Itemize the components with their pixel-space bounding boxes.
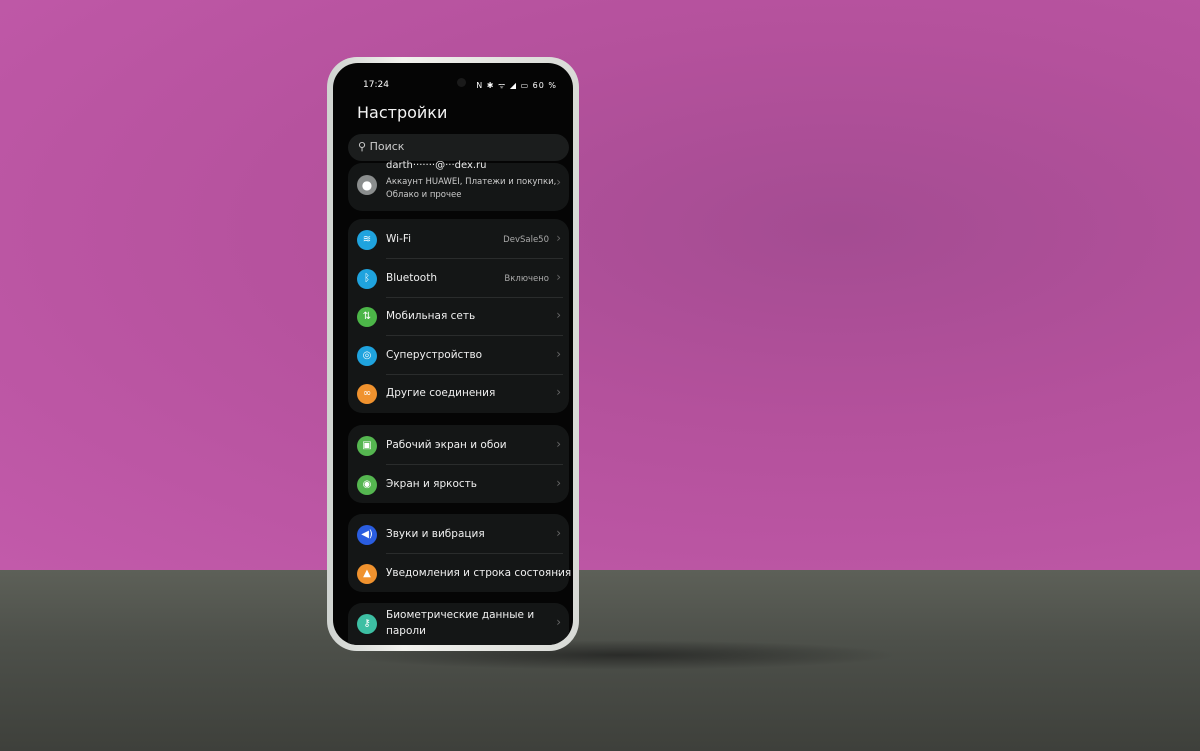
connections-group: ≋ Wi-Fi DevSale50 › ᛒ Bluetooth Включено › ⇅ Моби… — [348, 219, 569, 413]
settings-row[interactable]: ◎ Суперустройство › — [348, 337, 569, 375]
row-label: Рабочий экран и обои — [386, 439, 507, 451]
settings-row[interactable]: ᛒ Bluetooth Включено › — [348, 260, 569, 298]
chevron-right-icon: › — [556, 231, 561, 245]
row-label: Биометрические данные и — [386, 609, 535, 621]
row-label-line2: пароли — [386, 625, 426, 637]
page-title: Настройки — [357, 103, 448, 122]
account-subtitle-2: Облако и прочее — [386, 190, 462, 200]
row-label: Мобильная сеть — [386, 310, 476, 322]
link-icon: ∞ — [357, 384, 377, 404]
row-label: Bluetooth — [386, 271, 437, 284]
row-label: Другие соединения — [386, 387, 496, 399]
chevron-right-icon: › — [556, 385, 561, 399]
key-icon: ⚷ — [357, 614, 377, 634]
account-subtitle-1: Аккаунт HUAWEI, Платежи и покупки, — [386, 177, 557, 187]
chevron-right-icon: › — [556, 526, 561, 540]
wallpaper-icon: ▣ — [357, 436, 377, 456]
row-label: Экран и яркость — [386, 477, 477, 490]
settings-row[interactable]: ⇅ Мобильная сеть › — [348, 298, 569, 336]
bell-icon: ▲ — [357, 563, 377, 584]
settings-row[interactable]: ⚷ Биометрические данные и пароли › — [348, 605, 569, 643]
row-value: Включено — [504, 273, 549, 284]
search-icon: ⚲ — [358, 140, 367, 153]
row-label: Wi-Fi — [386, 233, 412, 245]
front-camera — [457, 78, 466, 87]
row-value: DevSale50 — [503, 235, 549, 245]
security-group: ⚷ Биометрические данные и пароли › — [348, 603, 569, 645]
chevron-right-icon: › — [556, 615, 561, 629]
row-label: Суперустройство — [386, 348, 483, 361]
settings-row[interactable]: ∞ Другие соединения › — [348, 375, 569, 413]
background-wall — [0, 0, 1200, 572]
row-label: Звуки и вибрация — [386, 528, 485, 540]
status-icons: N ✱ ᯤ ◢ ▭ 60 % — [476, 80, 557, 91]
speaker-icon: ◀) — [357, 525, 377, 545]
chevron-right-icon: › — [556, 175, 561, 189]
phone: 17:24 N ✱ ᯤ ◢ ▭ 60 % Настройки ⚲ Поиск ●… — [327, 57, 579, 651]
battery-level: 60 % — [532, 81, 557, 90]
chevron-right-icon: › — [556, 564, 561, 579]
chevron-right-icon: › — [556, 308, 561, 322]
sound-group: ◀) Звуки и вибрация › ▲ Уведомления и строка… — [348, 514, 572, 593]
settings-row[interactable]: ▲ Уведомления и строка состояния › — [348, 555, 572, 593]
wifi-icon: ≋ — [357, 230, 377, 250]
eye-icon: ◉ — [357, 474, 377, 495]
settings-row[interactable]: ◉ Экран и яркость › — [348, 466, 569, 504]
display-group: ▣ Рабочий экран и обои › ◉ Экран и яркость › — [348, 425, 569, 503]
avatar-icon: ● — [357, 175, 377, 195]
search-input[interactable]: ⚲ Поиск — [348, 134, 569, 161]
search-placeholder: Поиск — [369, 140, 405, 153]
mobile-data-icon: ⇅ — [357, 307, 377, 327]
account-name: darth·······@···dex.ru — [386, 160, 487, 171]
chevron-right-icon: › — [556, 437, 561, 451]
account-card[interactable]: ● darth·······@···dex.ru Аккаунт HUAWEI,… — [348, 160, 569, 211]
settings-row[interactable]: ◀) Звуки и вибрация › — [348, 516, 569, 554]
row-label: Уведомления и строка состояния — [386, 566, 572, 579]
status-indicator-icons: N ✱ ᯤ ◢ ▭ — [476, 81, 530, 90]
chevron-right-icon: › — [556, 346, 561, 361]
chevron-right-icon: › — [556, 475, 561, 490]
super-device-icon: ◎ — [357, 345, 377, 366]
status-time: 17:24 — [363, 80, 389, 90]
chevron-right-icon: › — [556, 269, 561, 284]
settings-row[interactable]: ≋ Wi-Fi DevSale50 › — [348, 221, 569, 259]
bluetooth-icon: ᛒ — [357, 268, 377, 289]
phone-screen: 17:24 N ✱ ᯤ ◢ ▭ 60 % Настройки ⚲ Поиск ●… — [333, 63, 573, 645]
settings-row[interactable]: ▣ Рабочий экран и обои › — [348, 427, 569, 465]
